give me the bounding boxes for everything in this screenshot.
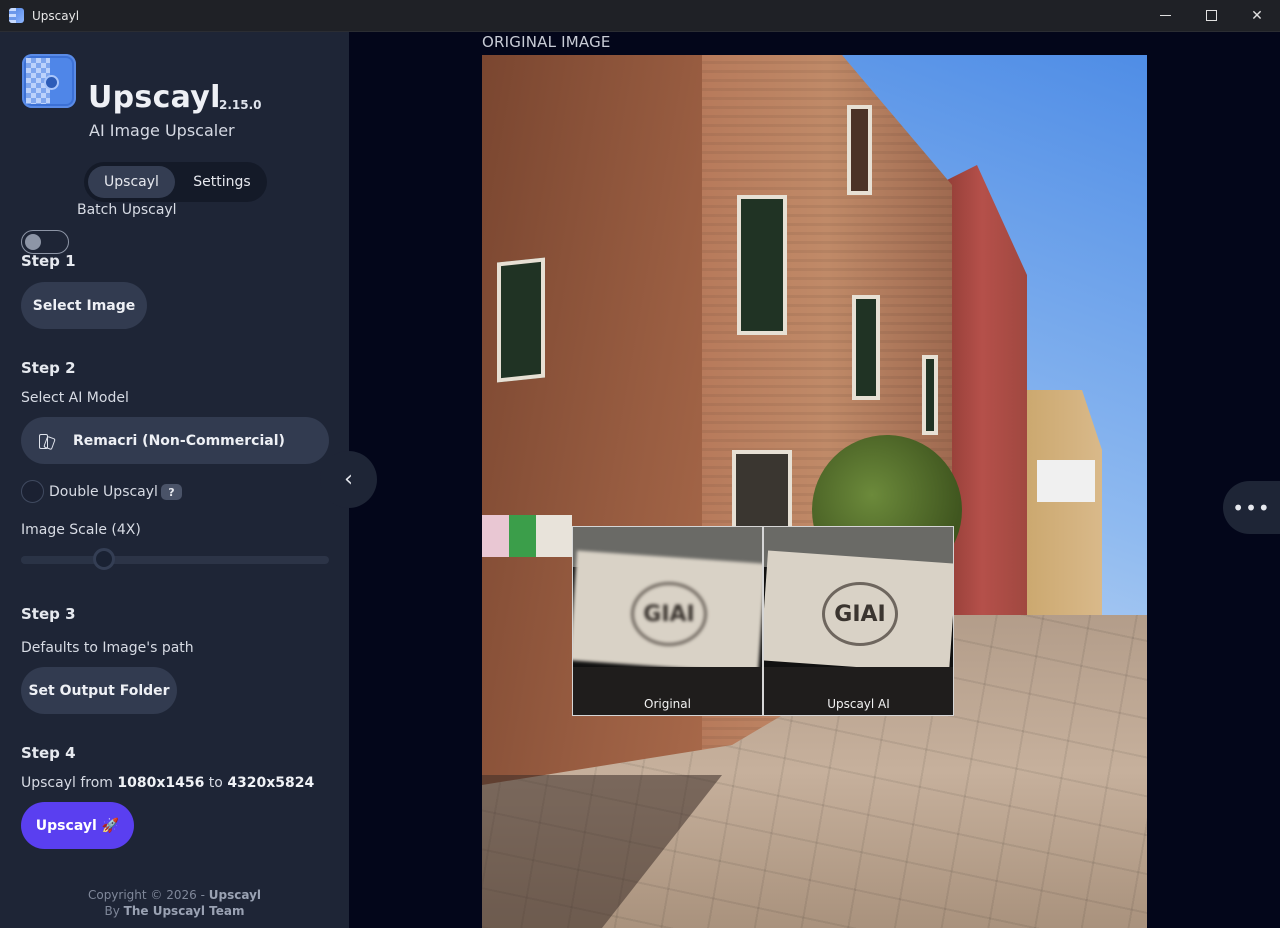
step1-title: Step 1 [21,252,76,270]
original-image: GIAI Original GIAI Upscayl AI [482,55,1147,928]
rocket-icon: 🚀 [101,817,120,834]
upscayl-logo [22,54,76,108]
help-icon[interactable]: ? [161,484,182,500]
select-image-button[interactable]: Select Image [21,282,147,329]
resolution-prefix: Upscayl from [21,775,113,791]
footer-copyright: Copyright © 2026 - Upscayl [0,888,349,902]
comparison-preview: GIAI Original GIAI Upscayl AI [572,526,954,716]
upscayl-ai-label: Upscayl AI [827,697,890,711]
tab-settings[interactable]: Settings [180,166,264,198]
select-model-label: Select AI Model [21,390,129,406]
sidebar: Upscayl 2.15.0 AI Image Upscaler Upscayl… [0,32,349,928]
upscayl-button-label: Upscayl [35,817,97,834]
step3-title: Step 3 [21,605,76,623]
slider-thumb[interactable] [93,548,115,570]
slider-fill [21,556,104,564]
copyright-text: Copyright © 2026 - [87,888,205,902]
image-scale-label: Image Scale (4X) [21,522,141,538]
minimize-icon [1159,15,1171,16]
copyright-brand: Upscayl [208,888,262,902]
image-scale-slider[interactable] [21,548,329,570]
image-heading: ORIGINAL IMAGE [482,33,611,51]
original-pane: GIAI Original [573,527,762,715]
sign-text-upscaled: GIAI [822,582,898,646]
tab-switcher: Upscayl Settings [84,162,267,202]
sign-text-original: GIAI [631,582,707,646]
app-tagline: AI Image Upscaler [89,121,235,140]
app-version: 2.15.0 [219,98,262,112]
app-name: Upscayl [88,80,221,115]
batch-upscayl-toggle[interactable] [21,230,69,254]
double-upscayl-label: Double Upscayl [49,484,158,500]
title-bar: Upscayl ✕ [0,0,1280,32]
tab-upscayl[interactable]: Upscayl [88,166,175,198]
set-output-folder-button[interactable]: Set Output Folder [21,667,177,714]
original-label: Original [644,697,691,711]
more-options-button[interactable]: ••• [1223,481,1280,534]
toggle-knob [25,234,41,250]
swatch-icon [38,433,54,449]
more-horizontal-icon: ••• [1232,495,1271,520]
app-icon [9,8,24,23]
batch-upscayl-label: Batch Upscayl [77,202,177,218]
footer-credits: By The Upscayl Team [0,904,349,918]
model-select-button[interactable]: Remacri (Non-Commercial) [21,417,329,464]
resolution-from: 1080x1456 [117,775,205,791]
upscayl-ai-pane: GIAI Upscayl AI [762,527,953,715]
chevron-left-icon: ‹ [344,467,353,492]
close-button[interactable]: ✕ [1234,0,1280,31]
resolution-to-word: to [208,775,223,791]
maximize-icon [1205,10,1217,21]
upscayl-button[interactable]: Upscayl 🚀 [21,802,134,849]
collapse-sidebar-button[interactable]: ‹ [320,451,377,508]
step2-title: Step 2 [21,359,76,377]
maximize-button[interactable] [1188,0,1234,31]
resolution-info: Upscayl from 1080x1456 to 4320x5824 [21,775,314,791]
close-icon: ✕ [1251,7,1263,24]
credits-by: By [104,904,120,918]
output-folder-description: Defaults to Image's path [21,640,194,656]
double-upscayl-checkbox[interactable] [21,480,44,503]
minimize-button[interactable] [1142,0,1188,31]
model-value: Remacri (Non-Commercial) [73,432,285,449]
window-controls: ✕ [1142,0,1280,31]
resolution-to: 4320x5824 [227,775,315,791]
credits-team: The Upscayl Team [123,904,245,918]
step4-title: Step 4 [21,744,76,762]
window-title: Upscayl [32,8,80,23]
